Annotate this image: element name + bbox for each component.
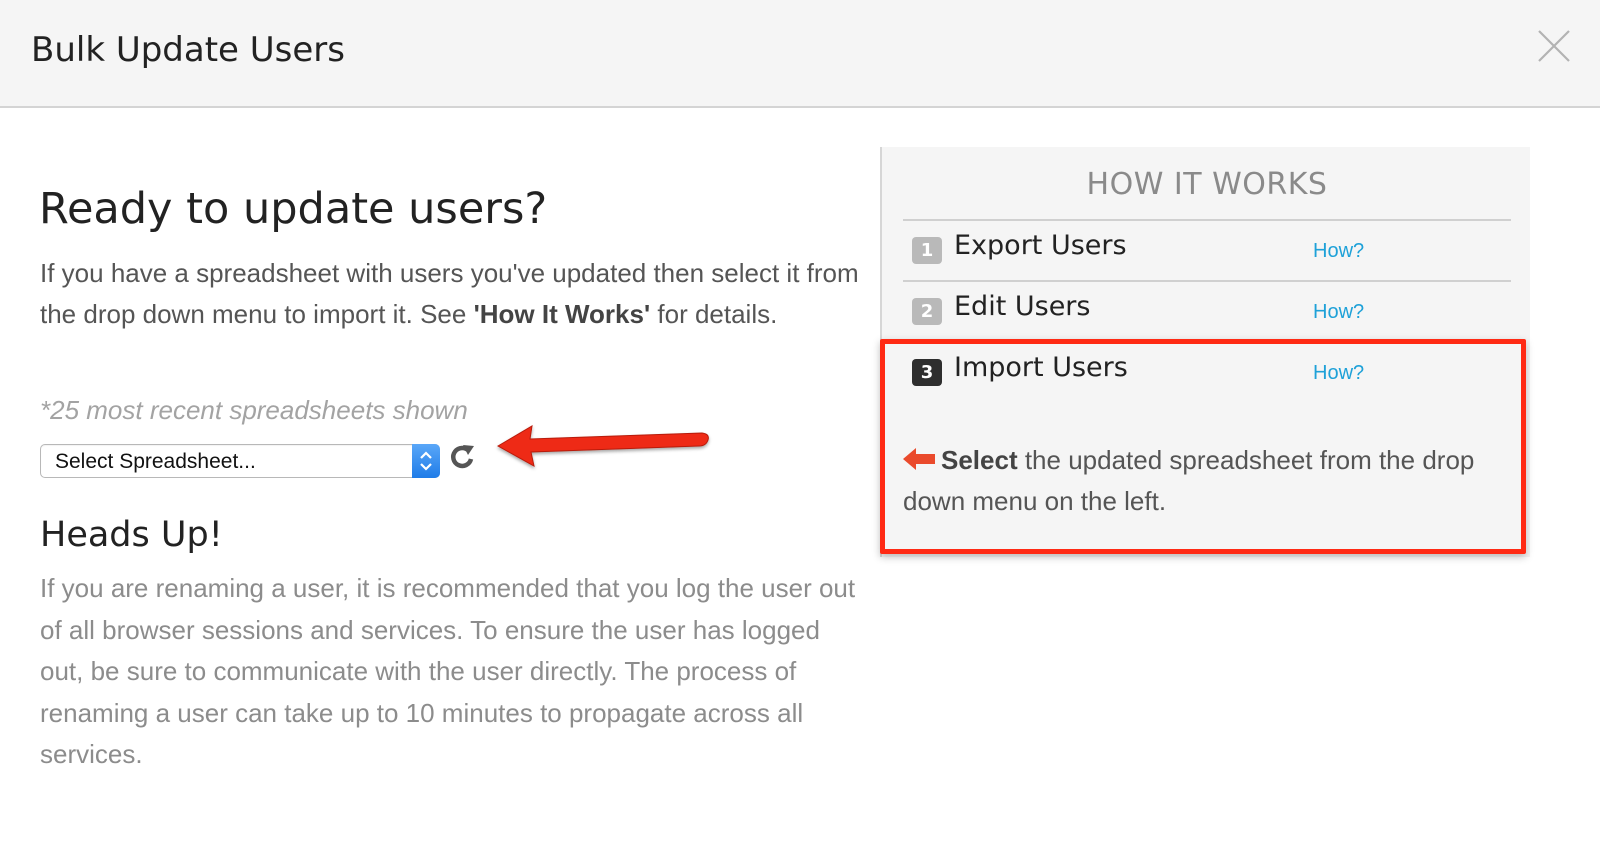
annotation-highlight-box [880, 339, 1526, 554]
spreadsheet-select[interactable]: Select Spreadsheet... [40, 444, 440, 478]
dialog-header: Bulk Update Users [0, 0, 1600, 108]
recent-spreadsheets-note: *25 most recent spreadsheets shown [40, 395, 468, 425]
step-number-badge: 1 [912, 237, 942, 264]
refresh-icon[interactable] [447, 442, 477, 472]
step-number-badge: 2 [912, 298, 942, 325]
page-heading: Ready to update users? [39, 184, 548, 234]
divider [903, 219, 1511, 221]
heads-up-text: If you are renaming a user, it is recomm… [40, 573, 856, 769]
heads-up-title: Heads Up! [40, 515, 223, 555]
step-export-users: 1 Export Users How? [912, 225, 1512, 281]
how-link-edit[interactable]: How? [1313, 301, 1364, 324]
intro-text: If you have a spreadsheet with users you… [40, 258, 859, 329]
chevron-updown-icon [420, 451, 432, 471]
how-it-works-title: HOW IT WORKS [1086, 167, 1328, 202]
select-stepper [412, 444, 440, 478]
step-edit-users: 2 Edit Users How? [912, 286, 1512, 342]
close-icon[interactable] [1536, 28, 1572, 64]
divider [903, 280, 1511, 282]
how-link-export[interactable]: How? [1313, 240, 1364, 263]
red-arrow-icon [496, 425, 709, 467]
dialog-title: Bulk Update Users [31, 30, 345, 70]
step-label: Edit Users [954, 291, 1091, 322]
select-value: Select Spreadsheet... [55, 450, 256, 473]
step-label: Export Users [954, 230, 1127, 261]
